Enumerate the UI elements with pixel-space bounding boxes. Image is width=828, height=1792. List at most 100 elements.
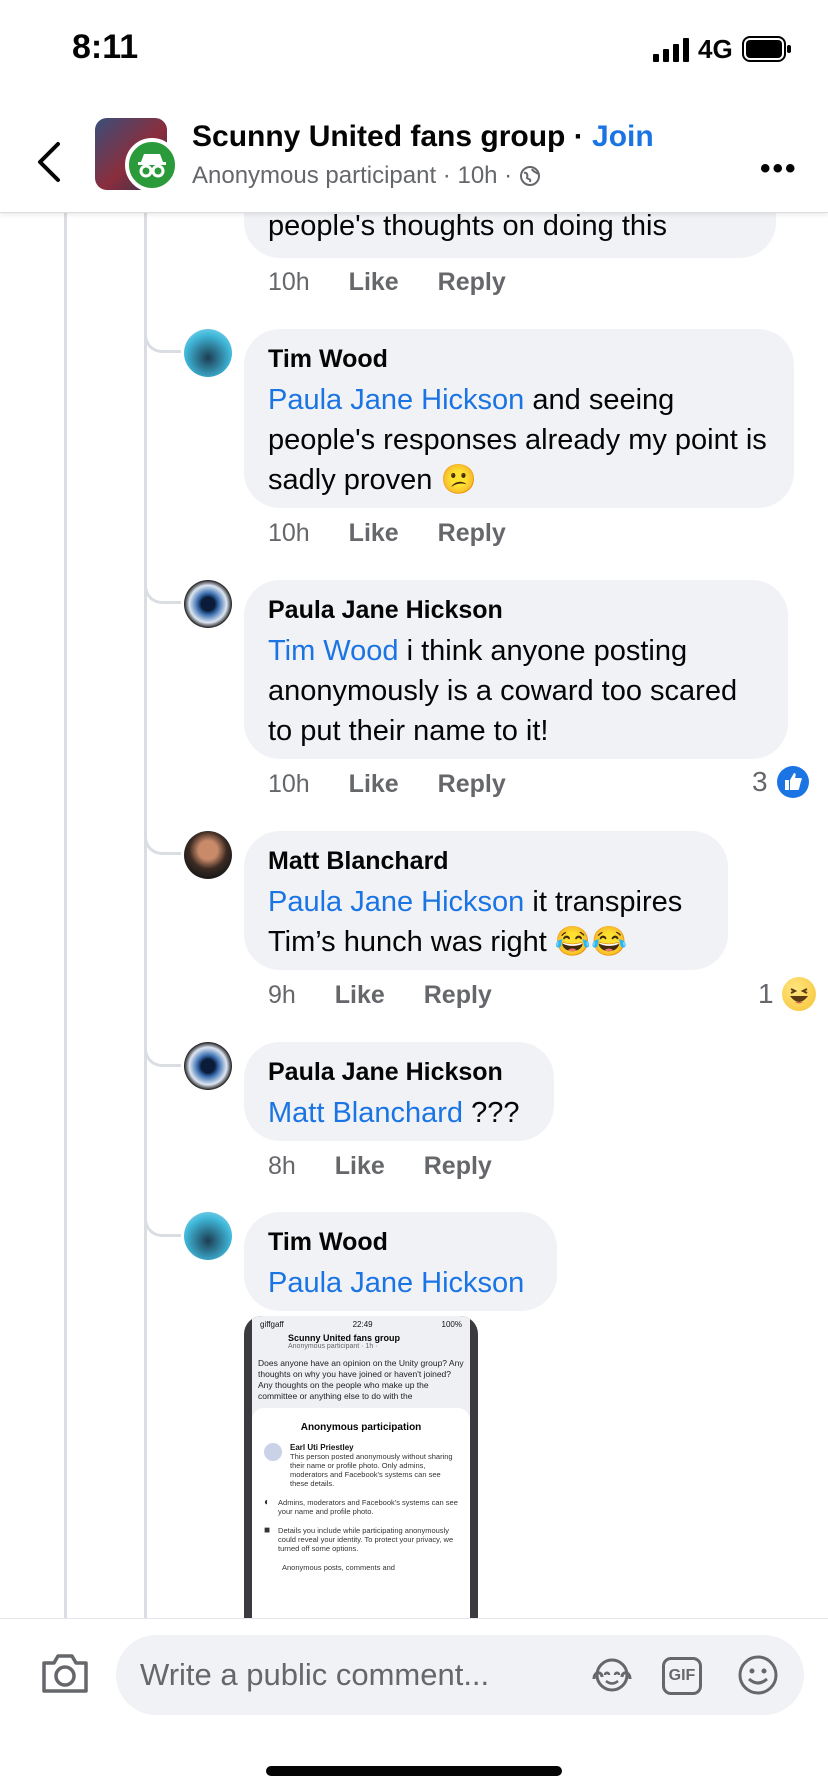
screenshot-status-bar: giffgaff 22:49 100%: [252, 1316, 470, 1333]
screenshot-row-text: Admins, moderators and Facebook's system…: [278, 1498, 458, 1516]
mention-link[interactable]: Paula Jane Hickson: [268, 886, 524, 918]
back-arrow-icon[interactable]: [34, 140, 62, 184]
screenshot-row: ■ Details you include while participatin…: [252, 1516, 470, 1554]
comment-bubble[interactable]: Paula Jane Hickson Tim Wood i think anyo…: [244, 580, 788, 759]
screenshot-row: Anonymous posts, comments and: [252, 1553, 470, 1572]
avatar[interactable]: [184, 831, 232, 879]
comment-time: 10h: [268, 519, 310, 547]
screenshot-group-name: Scunny United fans group: [288, 1333, 401, 1343]
comment-author[interactable]: Paula Jane Hickson: [268, 1058, 530, 1087]
avatar-sticker-icon[interactable]: [590, 1653, 634, 1697]
mention-link[interactable]: Paula Jane Hickson: [268, 1267, 524, 1299]
comment-text: Paula Jane Hickson and seeing people's r…: [268, 380, 770, 500]
comment-text: Paula Jane Hickson it transpires Tim’s h…: [268, 882, 704, 962]
title-separator: ·: [573, 120, 584, 153]
screenshot-revealed-desc: This person posted anonymously without s…: [290, 1452, 453, 1488]
avatar[interactable]: [184, 1212, 232, 1260]
emoji-icon[interactable]: [736, 1653, 780, 1697]
mention-link[interactable]: Paula Jane Hickson: [268, 384, 524, 416]
comment-bubble[interactable]: Matt Blanchard Paula Jane Hickson it tra…: [244, 831, 728, 970]
join-link[interactable]: Join: [592, 120, 654, 153]
comment-actions: 10h Like Reply: [268, 770, 538, 799]
group-title[interactable]: Scunny United fans group · Join: [192, 120, 654, 154]
screenshot-time: 22:49: [352, 1320, 373, 1329]
globe-icon: [519, 166, 540, 186]
haha-icon: [781, 977, 816, 1011]
more-icon[interactable]: •••: [760, 152, 798, 186]
reply-link[interactable]: Reply: [438, 519, 506, 547]
mention-link[interactable]: Tim Wood: [268, 635, 399, 667]
subtitle-text: Anonymous participant · 10h ·: [192, 162, 513, 189]
anonymous-icon: ◐: [264, 1497, 271, 1508]
screenshot-sheet: Anonymous participation Earl Uti Priestl…: [252, 1408, 470, 1620]
comment-text: people's thoughts on doing this: [268, 210, 667, 242]
screenshot-revealed-user: Earl Uti Priestley This person posted an…: [252, 1433, 470, 1488]
post-subtitle: Anonymous participant · 10h ·: [192, 162, 541, 190]
status-bar: 8:11 4G: [0, 0, 828, 100]
like-link[interactable]: Like: [349, 519, 399, 547]
gif-label: GIF: [668, 1667, 696, 1684]
comment-body: ???: [463, 1097, 520, 1129]
like-link[interactable]: Like: [349, 770, 399, 798]
comment-author[interactable]: Tim Wood: [268, 345, 770, 374]
comment-composer: Write a public comment... GIF: [0, 1618, 828, 1731]
reaction-count: 3: [752, 766, 768, 797]
anonymous-icon: [125, 138, 179, 192]
network-type: 4G: [698, 34, 733, 64]
screenshot-revealed-name: Earl Uti Priestley: [290, 1443, 354, 1452]
thread-line-inner: [144, 212, 147, 1618]
battery-icon: [742, 36, 791, 62]
reply-link[interactable]: Reply: [438, 268, 506, 296]
screenshot-carrier: giffgaff: [260, 1320, 284, 1329]
signal-icon: [653, 38, 689, 62]
thread-connector: [144, 834, 181, 855]
comment-author[interactable]: Matt Blanchard: [268, 847, 704, 876]
avatar[interactable]: [184, 329, 232, 377]
thread-connector: [144, 332, 181, 353]
screenshot-avatar: [264, 1443, 282, 1461]
screenshot-row-text: Anonymous posts, comments and: [282, 1563, 395, 1572]
screenshot-row-text: Details you include while participating …: [278, 1526, 454, 1553]
camera-icon[interactable]: [40, 1651, 90, 1695]
mention-link[interactable]: Matt Blanchard: [268, 1097, 463, 1129]
reply-link[interactable]: Reply: [424, 1152, 492, 1180]
comment-input[interactable]: Write a public comment... GIF: [116, 1635, 804, 1715]
home-indicator[interactable]: [266, 1766, 562, 1776]
comment-author[interactable]: Paula Jane Hickson: [268, 596, 764, 625]
group-name[interactable]: Scunny United fans group: [192, 120, 565, 153]
thread-connector: [144, 1046, 181, 1067]
screenshot-battery: 100%: [441, 1320, 462, 1329]
comment-author[interactable]: Tim Wood: [268, 1228, 533, 1257]
comment-time: 10h: [268, 770, 310, 798]
avatar[interactable]: [184, 580, 232, 628]
comment-bubble[interactable]: Paula Jane Hickson Matt Blanchard ???: [244, 1042, 554, 1141]
comment-time: 8h: [268, 1152, 296, 1180]
like-icon: [776, 766, 809, 798]
thread-connector: [144, 583, 181, 604]
like-link[interactable]: Like: [335, 981, 385, 1009]
screenshot-row: ◐ Admins, moderators and Facebook's syst…: [252, 1488, 470, 1517]
like-link[interactable]: Like: [335, 1152, 385, 1180]
confused-emoji: 😕: [440, 464, 477, 496]
screenshot-sheet-title: Anonymous participation: [300, 1422, 422, 1433]
reaction-summary[interactable]: 1: [758, 977, 816, 1011]
reply-link[interactable]: Reply: [424, 981, 492, 1009]
comment-time: 10h: [268, 268, 310, 296]
thread-line-outer: [64, 212, 67, 1618]
comment-bubble[interactable]: Tim Wood Paula Jane Hickson: [244, 1212, 557, 1311]
status-time: 8:11: [72, 28, 139, 66]
comment-text: Matt Blanchard ???: [268, 1093, 530, 1133]
avatar[interactable]: [184, 1042, 232, 1090]
comment-placeholder: Write a public comment...: [140, 1657, 490, 1692]
reply-link[interactable]: Reply: [438, 770, 506, 798]
group-post-header: Scunny United fans group · Join Anonymou…: [0, 100, 828, 213]
like-link[interactable]: Like: [349, 268, 399, 296]
gif-icon[interactable]: GIF: [662, 1657, 702, 1695]
comment-actions: 8h Like Reply: [268, 1152, 524, 1181]
attached-screenshot[interactable]: giffgaff 22:49 100% Scunny United fans g…: [244, 1316, 478, 1620]
comment-bubble[interactable]: Tim Wood Paula Jane Hickson and seeing p…: [244, 329, 794, 508]
comment-actions: 10h Like Reply: [268, 519, 538, 548]
reaction-summary[interactable]: 3: [752, 765, 810, 799]
comment-text: Tim Wood i think anyone posting anonymou…: [268, 631, 764, 751]
screenshot-content: giffgaff 22:49 100% Scunny United fans g…: [252, 1316, 470, 1620]
